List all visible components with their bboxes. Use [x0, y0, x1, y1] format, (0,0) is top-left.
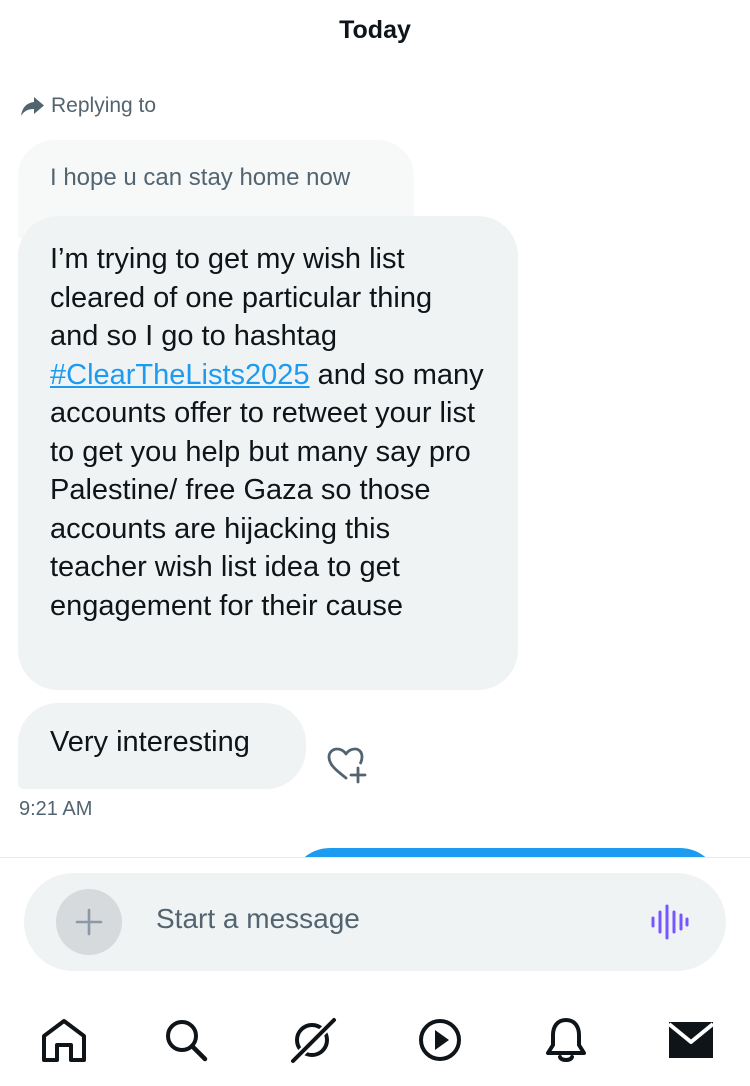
- composer-divider: [0, 857, 750, 858]
- message-text-continued: and so many accounts offer to retweet yo…: [50, 358, 484, 622]
- plus-icon[interactable]: [56, 889, 122, 955]
- message-bubble[interactable]: I’m trying to get my wish list cleared o…: [18, 216, 518, 690]
- bell-icon[interactable]: [540, 1014, 592, 1066]
- search-icon[interactable]: [160, 1014, 212, 1066]
- home-icon[interactable]: [38, 1014, 90, 1066]
- add-reaction-icon[interactable]: [325, 744, 369, 784]
- message-timestamp: 9:21 AM: [19, 798, 93, 820]
- play-icon[interactable]: [414, 1014, 466, 1066]
- replying-to-indicator: Replying to: [20, 94, 156, 118]
- quoted-message-text: I hope u can stay home now: [50, 164, 351, 191]
- message-bubble-short[interactable]: Very interesting: [18, 703, 306, 789]
- grok-icon[interactable]: [287, 1014, 339, 1066]
- hashtag-link[interactable]: #ClearTheLists2025: [50, 359, 310, 391]
- message-input[interactable]: Start a message: [156, 903, 360, 935]
- voice-wave-icon[interactable]: [650, 903, 690, 941]
- date-header: Today: [339, 16, 411, 44]
- reply-arrow-icon: [20, 94, 46, 118]
- message-text: Very interesting: [50, 726, 250, 758]
- message-composer[interactable]: Start a message: [24, 873, 726, 971]
- replying-to-label: Replying to: [51, 94, 157, 117]
- mail-icon[interactable]: [665, 1014, 717, 1066]
- message-text: I’m trying to get my wish list cleared o…: [50, 243, 433, 352]
- bottom-nav: [0, 1010, 750, 1070]
